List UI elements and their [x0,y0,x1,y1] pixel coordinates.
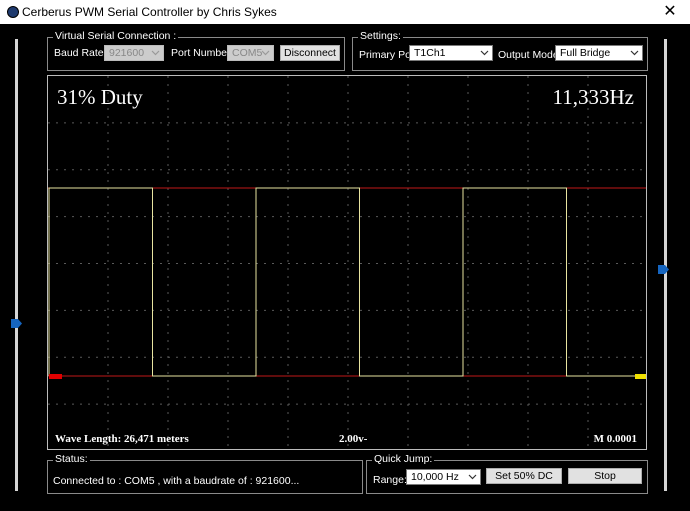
baud-rate-select[interactable]: 921600 [104,45,164,61]
chevron-down-icon [261,50,270,56]
title-bar: Cerberus PWM Serial Controller by Chris … [0,0,690,24]
output-mode-select[interactable]: Full Bridge [555,45,643,61]
chevron-down-icon [480,50,489,56]
chevron-down-icon [630,50,639,56]
app-icon [7,6,19,18]
volts-per-div-readout: 2.00v- [339,433,368,445]
close-icon: ✕ [663,3,677,20]
chevron-down-icon [468,474,477,480]
status-text: Connected to : COM5 , with a baudrate of… [53,475,300,487]
baud-rate-value: 921600 [109,47,145,59]
range-select[interactable]: 10,000 Hz [406,469,481,485]
left-slider-thumb[interactable] [11,318,22,328]
quick-jump-group-label: Quick Jump: [372,453,435,465]
status-group-label: Status: [53,453,90,465]
right-level-marker [635,374,646,379]
port-number-select[interactable]: COM5 [227,45,274,61]
wave-length-readout: Wave Length: 26,471 meters [55,433,189,445]
set-50-dc-button[interactable]: Set 50% DC [486,468,562,484]
close-button[interactable]: ✕ [650,0,690,24]
primary-port-value: T1Ch1 [414,47,446,59]
window-title: Cerberus PWM Serial Controller by Chris … [22,5,277,19]
waveform-plot [48,76,646,449]
chevron-down-icon [151,50,160,56]
left-level-marker [49,374,62,379]
time-per-div-readout: M 0.0001 [593,433,637,445]
range-label: Range: [373,474,407,486]
pwm-waveform-trace [48,187,646,377]
duty-readout: 31% Duty [57,85,143,109]
output-mode-label: Output Mode: [498,49,562,61]
settings-group-label: Settings: [358,30,403,42]
frequency-readout: 11,333Hz [552,85,634,109]
left-slider-track[interactable] [15,39,18,491]
disconnect-button[interactable]: Disconnect [280,45,340,61]
baud-rate-label: Baud Rate : [54,47,110,59]
right-slider-thumb[interactable] [658,265,669,275]
oscilloscope-display: 31% Duty 11,333Hz Wave Length: 26,471 me… [47,75,647,450]
output-mode-value: Full Bridge [560,47,611,59]
port-number-value: COM5 [232,47,263,59]
range-value: 10,000 Hz [411,471,459,483]
primary-port-select[interactable]: T1Ch1 [409,45,493,61]
stop-button[interactable]: Stop [568,468,642,484]
serial-group-label: Virtual Serial Connection : [53,30,179,42]
